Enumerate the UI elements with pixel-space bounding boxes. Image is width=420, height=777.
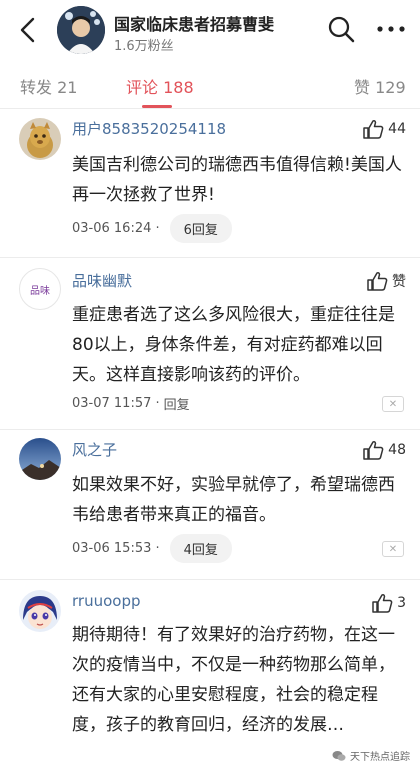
comment-username[interactable]: 用户8583520254118 (72, 118, 226, 139)
wechat-icon (332, 750, 346, 761)
search-button[interactable] (326, 14, 356, 44)
like-count: 赞 (392, 274, 406, 290)
comment-meta: 03-06 15:53 · 4回复 (72, 534, 232, 563)
thumbs-up-icon (363, 119, 384, 139)
close-icon: ✕ (388, 543, 398, 555)
comment-text: 重症患者选了这么多风险很大，重症往往是80以上，身体条件差，有对症药都难以回天。… (72, 305, 395, 385)
more-icon (377, 26, 405, 32)
avatar-image (19, 590, 61, 632)
search-icon (328, 16, 355, 43)
like-button[interactable]: 3 (371, 593, 406, 613)
comment-username[interactable]: 品味幽默 (72, 270, 132, 291)
tab-bar: 转发 21 评论 188 赞 129 (0, 62, 420, 109)
watermark: 天下热点追踪 (332, 748, 410, 763)
back-button[interactable] (10, 12, 44, 48)
close-icon: ✕ (388, 398, 398, 410)
like-count: 3 (397, 595, 406, 611)
like-button[interactable]: 48 (362, 440, 406, 460)
avatar[interactable] (19, 590, 61, 632)
avatar[interactable]: 品味 (19, 268, 61, 310)
avatar-image (57, 6, 105, 54)
comment-text: 期待期待！有了效果好的治疗药物，在这一次的疫情当中，不仅是一种药物那么简单，还有… (72, 625, 395, 735)
tab-comments[interactable]: 评论 188 (126, 74, 194, 98)
watermark-text: 天下热点追踪 (350, 752, 410, 763)
top-bar: 国家临床患者招募曹斐 1.6万粉丝 (0, 0, 420, 62)
thumbs-up-icon (372, 593, 393, 613)
comment-username[interactable]: 风之子 (72, 439, 117, 460)
avatar[interactable] (19, 118, 61, 160)
thumbs-up-icon (367, 271, 388, 291)
thumbs-up-icon (363, 440, 384, 460)
comment-text: 如果效果不好，实验早就停了，希望瑞德西韦给患者带来真正的福音。 (72, 475, 395, 525)
tab-likes[interactable]: 赞 129 (354, 74, 406, 98)
reply-button[interactable]: 4回复 (169, 534, 232, 563)
avatar-image (19, 118, 61, 160)
comment-item: 用户8583520254118 44 美国吉利德公司的瑞德西韦值得信赖!美国人再… (0, 108, 420, 258)
like-count: 44 (388, 121, 406, 137)
comment-username[interactable]: rruuoopp (72, 592, 140, 610)
reply-button[interactable]: 回复 (164, 394, 190, 413)
avatar-image (19, 438, 61, 480)
like-button[interactable]: 44 (362, 119, 406, 139)
dismiss-button[interactable]: ✕ (382, 541, 404, 557)
comment-time: 03-06 16:24 · (72, 221, 160, 236)
like-count: 48 (388, 442, 406, 458)
like-button[interactable]: 赞 (366, 271, 406, 291)
avatar-label: 品味 (30, 285, 50, 297)
tab-reposts[interactable]: 转发 21 (20, 74, 77, 98)
avatar[interactable] (19, 438, 61, 480)
comment-text: 美国吉利德公司的瑞德西韦值得信赖!美国人再一次拯救了世界! (72, 155, 402, 205)
comment-meta: 03-06 16:24 · 6回复 (72, 214, 232, 243)
comment-item: 品味 品味幽默 赞 重症患者选了这么多风险很大，重症往往是80以上，身体条件差，… (0, 258, 420, 430)
comment-time: 03-07 11:57 · (72, 396, 160, 411)
comment-time: 03-06 15:53 · (72, 541, 160, 556)
follower-count: 1.6万粉丝 (114, 39, 174, 54)
account-avatar[interactable] (57, 6, 105, 54)
dismiss-button[interactable]: ✕ (382, 396, 404, 412)
comment-meta: 03-07 11:57 · 回复 (72, 394, 190, 413)
more-button[interactable] (374, 14, 408, 44)
comment-item: 风之子 48 如果效果不好，实验早就停了，希望瑞德西韦给患者带来真正的福音。 0… (0, 430, 420, 580)
page-title: 国家临床患者招募曹斐 (114, 15, 275, 34)
reply-button[interactable]: 6回复 (169, 214, 232, 243)
chevron-left-icon (20, 17, 35, 43)
